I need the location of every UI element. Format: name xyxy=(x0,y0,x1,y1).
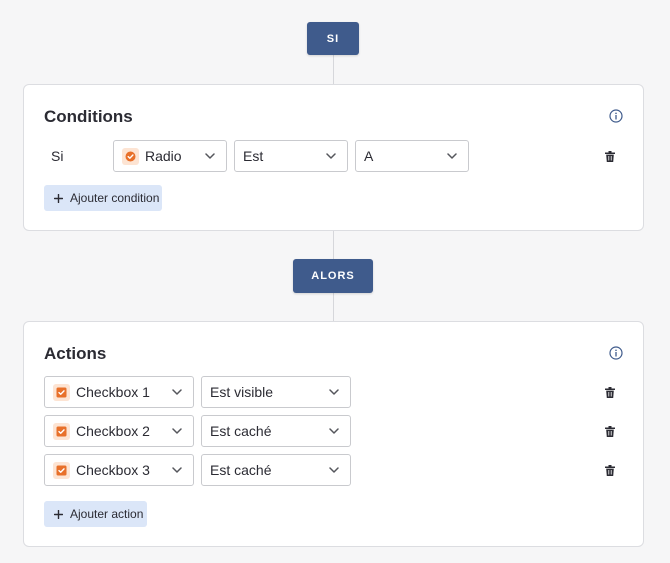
conditions-title: Conditions xyxy=(44,107,133,126)
actions-title: Actions xyxy=(44,344,107,363)
actions-card: Actions Checkbox 1 Est visible Checkbox … xyxy=(23,321,644,547)
trash-icon[interactable] xyxy=(605,465,615,476)
info-icon[interactable] xyxy=(609,109,623,123)
add-condition-button[interactable]: Ajouter condition xyxy=(44,185,162,211)
chevron-down-icon xyxy=(447,153,457,159)
chevron-down-icon xyxy=(326,153,336,159)
chevron-down-icon xyxy=(329,467,339,473)
action-type-select[interactable]: Est visible xyxy=(201,376,351,408)
flow-connector xyxy=(333,292,334,322)
condition-value-value: A xyxy=(364,148,374,164)
plus-icon xyxy=(54,509,63,519)
action-field-select[interactable]: Checkbox 1 xyxy=(44,376,194,408)
flow-connector xyxy=(333,231,334,260)
condition-field-select[interactable]: Radio xyxy=(113,140,227,172)
action-field-value: Checkbox 1 xyxy=(76,384,150,400)
chevron-down-icon xyxy=(172,467,182,473)
chevron-down-icon xyxy=(172,428,182,434)
condition-value-select[interactable]: A xyxy=(355,140,469,172)
condition-prefix-label: Si xyxy=(51,148,64,164)
if-step-pill: SI xyxy=(307,22,359,55)
chevron-down-icon xyxy=(329,428,339,434)
trash-icon[interactable] xyxy=(605,426,615,437)
action-field-value: Checkbox 2 xyxy=(76,423,150,439)
chevron-down-icon xyxy=(205,153,215,159)
condition-operator-select[interactable]: Est xyxy=(234,140,348,172)
add-action-button[interactable]: Ajouter action xyxy=(44,501,147,527)
add-condition-label: Ajouter condition xyxy=(70,191,160,205)
action-field-select[interactable]: Checkbox 3 xyxy=(44,454,194,486)
chevron-down-icon xyxy=(172,389,182,395)
action-type-value: Est caché xyxy=(210,423,272,439)
action-type-value: Est caché xyxy=(210,462,272,478)
checkbox-checked-icon xyxy=(53,383,70,401)
info-icon[interactable] xyxy=(609,346,623,360)
condition-operator-value: Est xyxy=(243,148,264,164)
checkbox-checked-icon xyxy=(53,461,70,479)
action-type-value: Est visible xyxy=(210,384,274,400)
chevron-down-icon xyxy=(329,389,339,395)
checkbox-checked-icon xyxy=(53,422,70,440)
trash-icon[interactable] xyxy=(605,151,615,162)
then-step-pill: ALORS xyxy=(293,259,373,293)
flow-connector xyxy=(333,55,334,85)
action-field-select[interactable]: Checkbox 2 xyxy=(44,415,194,447)
conditions-card: Conditions Si Radio Est A Ajouter condit… xyxy=(23,84,644,231)
radio-checked-icon xyxy=(122,147,139,165)
action-type-select[interactable]: Est caché xyxy=(201,454,351,486)
condition-field-value: Radio xyxy=(145,148,182,164)
plus-icon xyxy=(54,193,63,203)
action-type-select[interactable]: Est caché xyxy=(201,415,351,447)
add-action-label: Ajouter action xyxy=(70,507,144,521)
action-field-value: Checkbox 3 xyxy=(76,462,150,478)
trash-icon[interactable] xyxy=(605,387,615,398)
